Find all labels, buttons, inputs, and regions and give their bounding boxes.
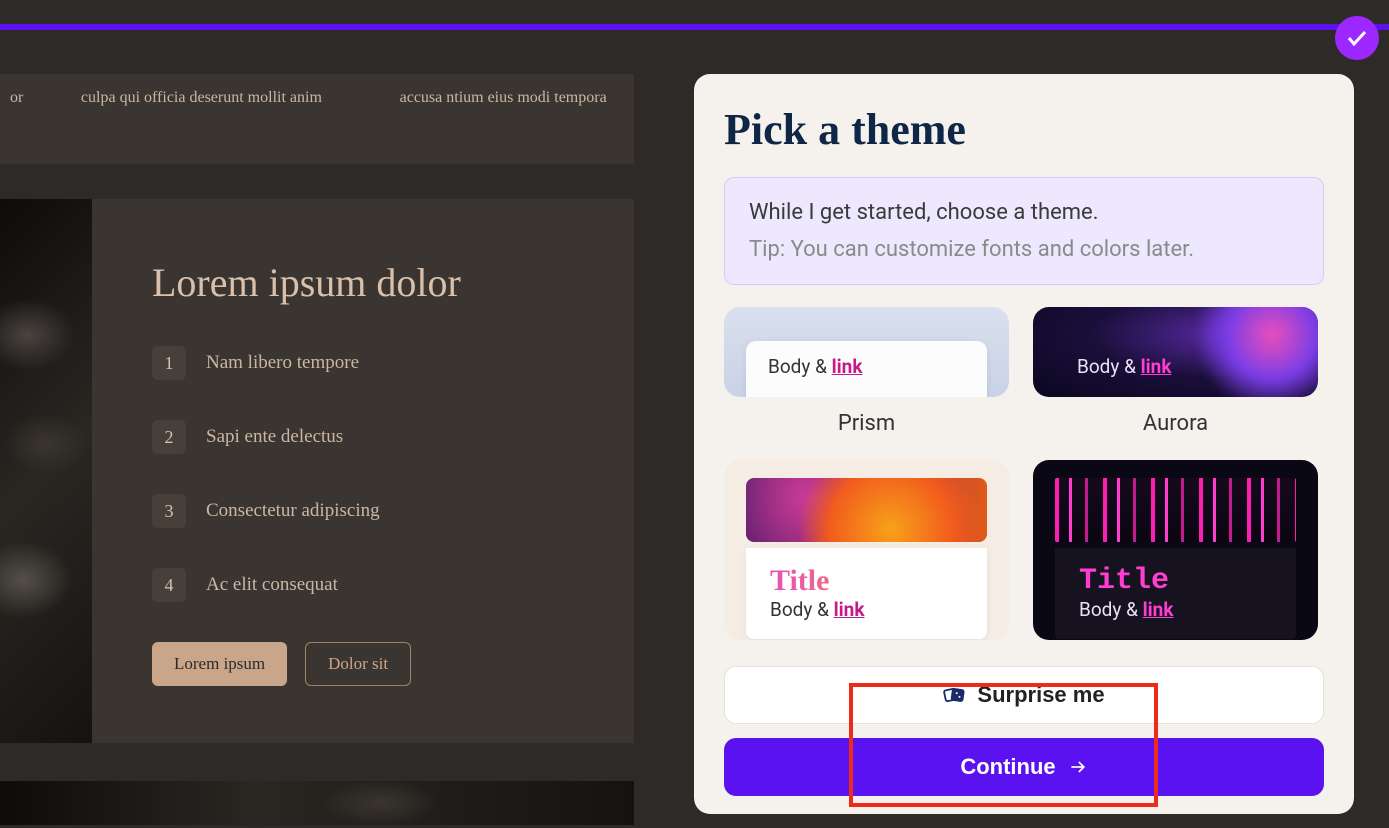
- list-item: 2 Sapi ente delectus: [152, 420, 574, 454]
- theme-label: Prism: [724, 411, 1009, 436]
- list-num: 2: [152, 420, 186, 454]
- preview-col-c: accusa ntium eius modi tempora: [372, 84, 634, 154]
- theme-thumb: Title Body & link: [1033, 460, 1318, 640]
- theme-card-aurora[interactable]: Body & link Aurora: [1033, 307, 1318, 436]
- complete-badge: [1335, 16, 1379, 60]
- surprise-me-label: Surprise me: [977, 682, 1104, 708]
- list-item: 1 Nam libero tempore: [152, 346, 574, 380]
- list-item: 4 Ac elit consequat: [152, 568, 574, 602]
- theme-label: Aurora: [1033, 411, 1318, 436]
- theme-art: [746, 478, 987, 542]
- preview-col-a: or: [0, 84, 31, 154]
- panel-title: Pick a theme: [724, 104, 1324, 155]
- theme-body-text: Body & link: [1077, 355, 1274, 378]
- tip-line1: While I get started, choose a theme.: [749, 200, 1299, 225]
- theme-body-text: Body & link: [770, 598, 963, 621]
- list-text: Ac elit consequat: [206, 574, 338, 596]
- theme-card-neon[interactable]: Title Body & link: [1033, 460, 1318, 640]
- preview-bottom-strip: [0, 781, 634, 825]
- list-num: 3: [152, 494, 186, 528]
- theme-title-text: Title: [1079, 564, 1272, 598]
- theme-link: link: [834, 598, 865, 621]
- list-text: Sapi ente delectus: [206, 426, 343, 448]
- continue-label: Continue: [960, 754, 1055, 780]
- theme-preview: or culpa qui officia deserunt mollit ani…: [0, 74, 634, 825]
- theme-card-prism[interactable]: Body & link Prism: [724, 307, 1009, 436]
- theme-picker-panel: Pick a theme While I get started, choose…: [694, 74, 1354, 814]
- preview-list: 1 Nam libero tempore 2 Sapi ente delectu…: [152, 346, 574, 602]
- panel-actions: Surprise me Continue: [724, 666, 1324, 796]
- preview-card: Lorem ipsum dolor 1 Nam libero tempore 2…: [92, 199, 634, 743]
- preview-secondary-button: Dolor sit: [305, 642, 411, 686]
- list-item: 3 Consectetur adipiscing: [152, 494, 574, 528]
- dice-icon: [943, 684, 965, 706]
- tip-box: While I get started, choose a theme. Tip…: [724, 177, 1324, 285]
- theme-link: link: [1143, 598, 1174, 621]
- themes-scroll[interactable]: Body & link Prism Body & link: [724, 307, 1324, 650]
- theme-thumb: Title Body & link: [724, 460, 1009, 640]
- list-num: 4: [152, 568, 186, 602]
- arrow-right-icon: [1068, 757, 1088, 777]
- theme-thumb: Body & link: [1033, 307, 1318, 397]
- preview-col-b: culpa qui officia deserunt mollit anim: [71, 84, 333, 154]
- surprise-me-button[interactable]: Surprise me: [724, 666, 1324, 724]
- theme-title-text: Title: [770, 564, 963, 598]
- check-icon: [1345, 26, 1369, 50]
- theme-body-text: Body & link: [1079, 598, 1272, 621]
- list-text: Consectetur adipiscing: [206, 500, 380, 522]
- preview-card-image: [0, 199, 92, 743]
- theme-body-text: Body & link: [768, 355, 965, 378]
- preview-primary-button: Lorem ipsum: [152, 642, 287, 686]
- theme-card-flame[interactable]: Title Body & link: [724, 460, 1009, 640]
- list-text: Nam libero tempore: [206, 352, 359, 374]
- theme-link: link: [832, 355, 863, 378]
- list-num: 1: [152, 346, 186, 380]
- progress-bar: [0, 24, 1389, 30]
- theme-art: [1055, 478, 1296, 542]
- continue-button[interactable]: Continue: [724, 738, 1324, 796]
- preview-heading: Lorem ipsum dolor: [152, 259, 574, 306]
- tip-line2: Tip: You can customize fonts and colors …: [749, 237, 1299, 262]
- preview-card-row: Lorem ipsum dolor 1 Nam libero tempore 2…: [0, 199, 634, 743]
- theme-thumb: Body & link: [724, 307, 1009, 397]
- theme-link: link: [1141, 355, 1172, 378]
- preview-top-strip: or culpa qui officia deserunt mollit ani…: [0, 74, 634, 164]
